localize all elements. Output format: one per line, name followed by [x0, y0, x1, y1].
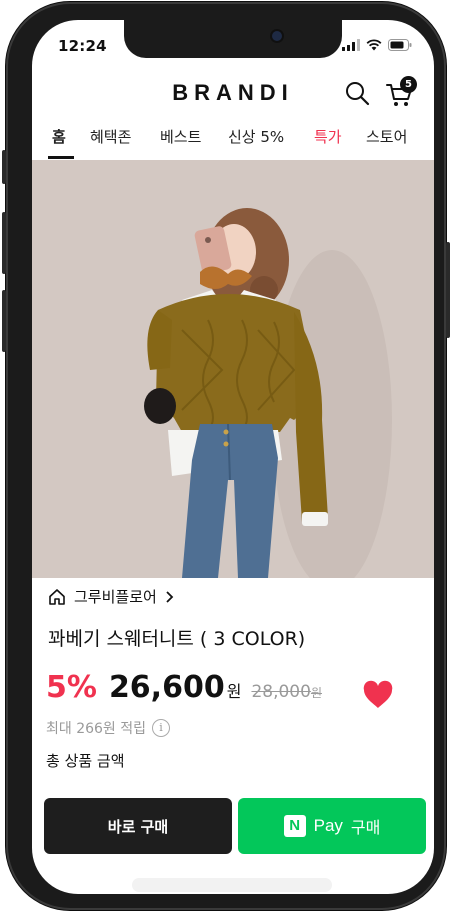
- store-name: 그루비플로어: [74, 588, 157, 606]
- product-image[interactable]: [32, 160, 434, 578]
- category-tabs: 홈 혜택존 베스트 신상 5% 특가 스토어: [32, 126, 434, 160]
- points-text: 최대 266원 적립: [46, 721, 147, 737]
- tab-home[interactable]: 홈: [52, 126, 66, 147]
- camera: [272, 31, 282, 41]
- sale-price: 26,600: [108, 670, 225, 705]
- info-icon[interactable]: i: [152, 719, 171, 737]
- phone-frame: 12:24 BRANDI 5 홈 혜택존 베스트 신상 5% 특가 스토어 그루…: [2, 2, 450, 910]
- original-price-unit: 원: [310, 686, 322, 700]
- signal-icon: [342, 39, 360, 51]
- status-icons: [342, 39, 412, 51]
- heart-icon[interactable]: [362, 680, 394, 710]
- total-amount-label: 총 상품 금액: [46, 752, 125, 770]
- product-title: 꽈베기 스웨터니트 ( 3 COLOR): [48, 628, 306, 650]
- tab-benefits[interactable]: 혜택존: [90, 126, 131, 147]
- home-icon: [49, 588, 65, 605]
- store-link[interactable]: 그루비플로어: [48, 586, 175, 607]
- active-tab-indicator: [48, 156, 74, 159]
- search-icon[interactable]: [344, 80, 370, 106]
- naver-pay-suffix: 구매: [350, 818, 381, 837]
- naver-pay-logo: N: [283, 815, 306, 837]
- sale-price-unit: 원: [226, 682, 242, 701]
- home-indicator: [132, 878, 332, 892]
- discount-rate: 5%: [46, 670, 97, 705]
- tab-new[interactable]: 신상 5%: [228, 126, 284, 147]
- naver-pay-label: Pay: [313, 816, 343, 835]
- notch: [124, 20, 342, 58]
- battery-icon: [388, 39, 412, 51]
- points-info: 최대 266원 적립 i: [46, 718, 171, 738]
- wifi-icon: [366, 39, 382, 51]
- tab-special-deal[interactable]: 특가: [314, 126, 342, 147]
- tab-store[interactable]: 스토어: [366, 126, 407, 147]
- phone-side-button: [2, 150, 6, 184]
- price-row: 5% 26,600 원 28,000 원: [46, 670, 322, 705]
- naver-pay-button[interactable]: N Pay 구매: [238, 798, 426, 854]
- cart-count-badge: 5: [400, 76, 417, 93]
- tab-best[interactable]: 베스트: [160, 126, 201, 147]
- phone-power-button: [446, 242, 450, 338]
- app-screen: 12:24 BRANDI 5 홈 혜택존 베스트 신상 5% 특가 스토어 그루…: [32, 20, 434, 894]
- original-price: 28,000: [251, 682, 311, 702]
- phone-volume-up: [2, 212, 6, 274]
- phone-volume-down: [2, 290, 6, 352]
- status-time: 12:24: [58, 37, 107, 55]
- chevron-right-icon: [166, 590, 174, 603]
- buy-now-button[interactable]: 바로 구매: [44, 798, 232, 854]
- brand-logo[interactable]: BRANDI: [32, 80, 434, 106]
